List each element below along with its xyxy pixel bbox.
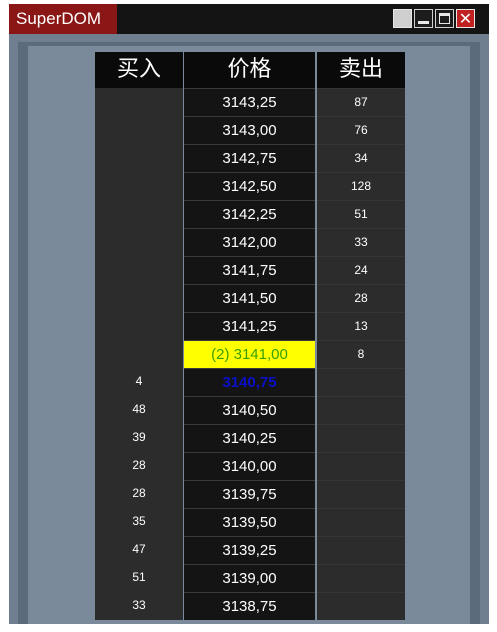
sell-cell[interactable]: 33	[317, 228, 405, 255]
pin-button[interactable]	[393, 9, 412, 28]
buy-cell[interactable]	[95, 284, 183, 311]
header-price[interactable]: 价格	[184, 52, 315, 88]
sell-cell[interactable]: 34	[317, 144, 405, 171]
price-cell[interactable]: 3139,75	[184, 480, 315, 508]
window-title: SuperDOM	[9, 4, 117, 34]
header-sell[interactable]: 卖出	[317, 52, 405, 88]
minimize-button[interactable]	[414, 9, 433, 28]
buy-cell[interactable]	[95, 312, 183, 339]
buy-cell[interactable]	[95, 144, 183, 171]
buy-cell[interactable]	[95, 200, 183, 227]
price-cell[interactable]: 3141,75	[184, 256, 315, 284]
header-buy[interactable]: 买入	[95, 52, 183, 88]
price-cell[interactable]: 3139,50	[184, 508, 315, 536]
sell-cell[interactable]	[317, 480, 405, 507]
sell-cell[interactable]	[317, 396, 405, 423]
maximize-icon	[439, 13, 450, 24]
sell-cell[interactable]	[317, 536, 405, 563]
buy-cell[interactable]: 28	[95, 480, 183, 507]
buy-cell[interactable]	[95, 116, 183, 143]
price-cell[interactable]: 3142,25	[184, 200, 315, 228]
sell-cell[interactable]: 76	[317, 116, 405, 143]
buy-cell[interactable]	[95, 340, 183, 367]
sell-cell[interactable]	[317, 368, 405, 395]
price-column: 3143,25 3143,00 3142,75 3142,50 3142,25 3142,…	[184, 88, 315, 620]
price-cell[interactable]: 3142,00	[184, 228, 315, 256]
last-price-cell[interactable]: (2) 3141,00	[184, 340, 315, 368]
sell-cell[interactable]: 8	[317, 340, 405, 367]
sell-cell[interactable]	[317, 508, 405, 535]
maximize-button[interactable]	[435, 9, 454, 28]
price-cell[interactable]: 3140,50	[184, 396, 315, 424]
sell-column: 87 76 34 128 51 33 24 28 13 8	[317, 88, 405, 620]
buy-cell[interactable]: 51	[95, 564, 183, 591]
price-cell[interactable]: 3142,75	[184, 144, 315, 172]
price-cell[interactable]: 3141,25	[184, 312, 315, 340]
price-cell[interactable]: 3141,50	[184, 284, 315, 312]
buy-cell[interactable]	[95, 228, 183, 255]
price-cell[interactable]: 3142,50	[184, 172, 315, 200]
buy-cell[interactable]: 28	[95, 452, 183, 479]
buy-cell[interactable]: 35	[95, 508, 183, 535]
sell-cell[interactable]	[317, 564, 405, 591]
sell-cell[interactable]	[317, 424, 405, 451]
sell-cell[interactable]: 13	[317, 312, 405, 339]
price-cell[interactable]: 3140,75	[184, 368, 315, 396]
price-cell[interactable]: 3143,25	[184, 88, 315, 116]
price-cell[interactable]: 3143,00	[184, 116, 315, 144]
sell-cell[interactable]	[317, 452, 405, 479]
price-cell[interactable]: 3140,00	[184, 452, 315, 480]
price-cell[interactable]: 3138,75	[184, 592, 315, 620]
sell-cell[interactable]	[317, 592, 405, 619]
sell-cell[interactable]: 128	[317, 172, 405, 199]
price-cell[interactable]: 3140,25	[184, 424, 315, 452]
price-cell[interactable]: 3139,25	[184, 536, 315, 564]
sell-cell[interactable]: 24	[317, 256, 405, 283]
price-ladder: 买入 价格 卖出 4 48 39 28 28 35 47 51 33 3143,25 3143,0…	[95, 52, 407, 626]
close-button[interactable]: ✕	[456, 9, 475, 28]
sell-cell[interactable]: 87	[317, 88, 405, 115]
buy-cell[interactable]: 48	[95, 396, 183, 423]
buy-cell[interactable]: 39	[95, 424, 183, 451]
price-cell[interactable]: 3139,00	[184, 564, 315, 592]
buy-cell[interactable]: 47	[95, 536, 183, 563]
buy-column: 4 48 39 28 28 35 47 51 33	[95, 88, 183, 620]
minimize-icon	[418, 21, 429, 24]
close-icon: ✕	[458, 9, 473, 28]
sell-cell[interactable]: 51	[317, 200, 405, 227]
buy-cell[interactable]: 33	[95, 592, 183, 619]
sell-cell[interactable]: 28	[317, 284, 405, 311]
buy-cell[interactable]	[95, 256, 183, 283]
title-bar[interactable]: SuperDOM ✕	[9, 4, 489, 34]
buy-cell[interactable]: 4	[95, 368, 183, 395]
buy-cell[interactable]	[95, 172, 183, 199]
buy-cell[interactable]	[95, 88, 183, 115]
superdom-window: SuperDOM ✕ 买入 价格 卖出 4 48 39 28 28 35 47 51 33 31…	[9, 4, 489, 624]
